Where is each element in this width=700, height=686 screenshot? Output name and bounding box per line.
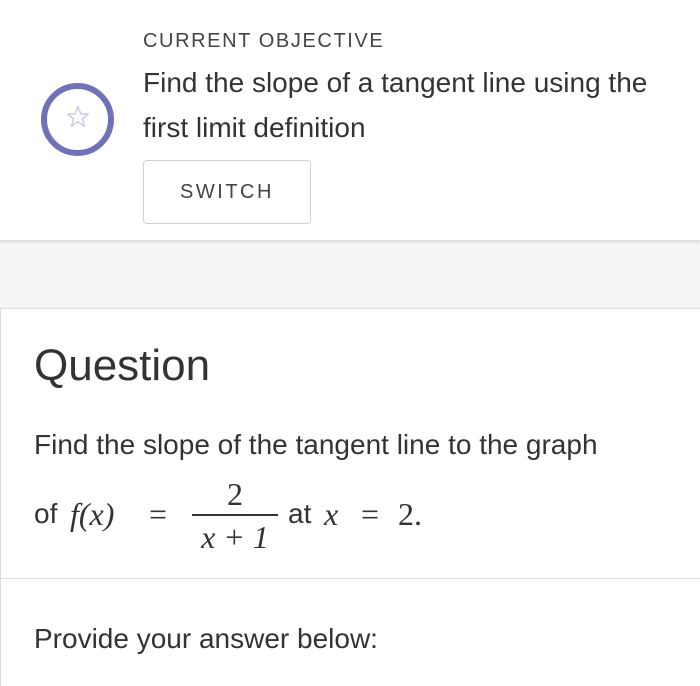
at-equals-sign: = [361, 496, 380, 532]
answer-prompt: Provide your answer below: [34, 623, 378, 654]
question-of-word: of [34, 498, 58, 529]
question-at-word: at [288, 498, 312, 529]
star-icon [65, 104, 91, 135]
switch-button[interactable]: SWITCH [143, 160, 311, 224]
fraction-numerator: 2 [227, 476, 243, 512]
divider [1, 578, 700, 579]
at-variable: x [324, 496, 339, 532]
equals-sign: = [149, 496, 168, 532]
objective-text: Find the slope of a tangent line using t… [143, 67, 648, 143]
objective-heading: CURRENT OBJECTIVE [143, 30, 385, 52]
question-title: Question [34, 341, 211, 390]
fraction: 2 x + 1 [192, 477, 278, 554]
question-card: Question Find the slope of the tangent l… [0, 308, 700, 686]
at-value: 2. [398, 496, 422, 532]
objective-badge [41, 83, 114, 156]
objective-card: CURRENT OBJECTIVE Find the slope of a ta… [0, 0, 700, 240]
function-lhs: f(x) [70, 496, 115, 532]
question-text: Find the slope of the tangent line to th… [34, 429, 598, 460]
fraction-denominator: x + 1 [201, 519, 269, 555]
fraction-bar [192, 514, 278, 516]
